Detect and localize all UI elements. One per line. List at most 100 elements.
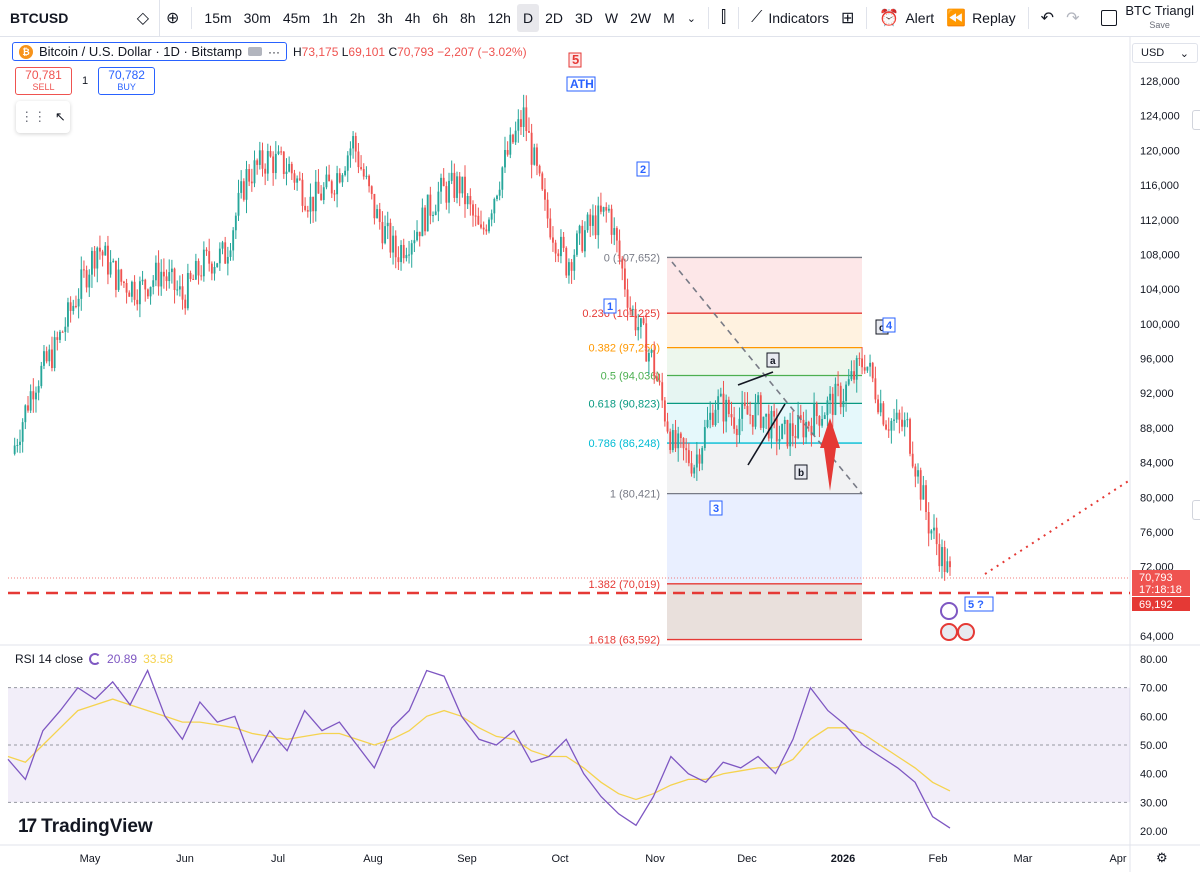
candle-body[interactable]	[730, 414, 733, 418]
candle-body[interactable]	[845, 384, 848, 402]
candle-body[interactable]	[304, 205, 307, 211]
candle-body[interactable]	[186, 272, 189, 309]
candle-body[interactable]	[722, 393, 725, 422]
candle-body[interactable]	[639, 318, 642, 327]
candle-body[interactable]	[168, 272, 171, 282]
sell-button[interactable]: 70,781 SELL	[15, 67, 72, 95]
candle-body[interactable]	[890, 420, 893, 431]
candle-body[interactable]	[767, 413, 770, 439]
candle-body[interactable]	[138, 281, 141, 305]
candle-body[interactable]	[658, 380, 661, 383]
interval-button-2h[interactable]: 2h	[344, 4, 372, 32]
replay-button[interactable]: ⏪ Replay	[940, 4, 1022, 32]
candle-body[interactable]	[903, 420, 906, 427]
candle-body[interactable]	[296, 178, 299, 183]
candle-body[interactable]	[320, 193, 323, 201]
undo-button[interactable]: ↶	[1035, 4, 1060, 32]
candle-body[interactable]	[583, 230, 586, 252]
layout-square-icon[interactable]	[1101, 10, 1118, 26]
candle-body[interactable]	[96, 247, 99, 269]
candle-body[interactable]	[821, 418, 824, 426]
candle-body[interactable]	[626, 289, 629, 308]
candle-body[interactable]	[613, 228, 616, 235]
candle-body[interactable]	[405, 254, 408, 259]
candle-body[interactable]	[146, 289, 149, 297]
candle-body[interactable]	[130, 281, 133, 297]
candle-body[interactable]	[578, 225, 581, 234]
candle-body[interactable]	[602, 207, 605, 212]
candle-body[interactable]	[365, 175, 368, 177]
candle-body[interactable]	[802, 419, 805, 438]
candle-body[interactable]	[269, 151, 272, 157]
interval-button-2w[interactable]: 2W	[624, 4, 657, 32]
right-panel-handle[interactable]	[1192, 110, 1200, 130]
trade-quantity[interactable]: 1	[82, 75, 88, 87]
candle-body[interactable]	[328, 174, 331, 182]
candle-body[interactable]	[631, 308, 634, 310]
candle-body[interactable]	[522, 107, 525, 127]
candle-body[interactable]	[528, 131, 530, 133]
candle-body[interactable]	[173, 268, 176, 291]
interval-button-3d[interactable]: 3D	[569, 4, 599, 32]
candle-body[interactable]	[741, 402, 744, 419]
candle-body[interactable]	[789, 423, 792, 447]
candle-body[interactable]	[581, 225, 584, 252]
candle-body[interactable]	[154, 262, 157, 281]
candle-body[interactable]	[501, 167, 504, 190]
candle-body[interactable]	[938, 544, 941, 567]
candle-body[interactable]	[448, 180, 450, 203]
candle-body[interactable]	[362, 169, 365, 177]
candle-body[interactable]	[674, 430, 677, 449]
candle-body[interactable]	[205, 249, 208, 252]
candle-body[interactable]	[839, 385, 842, 408]
candle-body[interactable]	[35, 392, 37, 400]
candle-body[interactable]	[642, 318, 645, 324]
candle-body[interactable]	[264, 168, 267, 174]
candle-body[interactable]	[709, 412, 712, 420]
candle-body[interactable]	[917, 470, 919, 477]
projection-dotted-line[interactable]	[984, 479, 1131, 575]
candle-body[interactable]	[165, 276, 168, 282]
candle-body[interactable]	[783, 419, 786, 424]
candle-body[interactable]	[858, 358, 861, 360]
candle-body[interactable]	[432, 214, 434, 216]
candle-body[interactable]	[93, 250, 96, 269]
event-marker-icon[interactable]	[940, 602, 958, 620]
candle-body[interactable]	[743, 402, 746, 406]
candle-body[interactable]	[13, 445, 16, 454]
candle-body[interactable]	[525, 107, 528, 132]
candle-body[interactable]	[280, 151, 283, 153]
candle-body[interactable]	[128, 292, 131, 297]
candle-body[interactable]	[354, 136, 357, 152]
candle-body[interactable]	[895, 412, 898, 420]
candle-body[interactable]	[80, 269, 83, 299]
candle-body[interactable]	[717, 396, 720, 410]
candle-body[interactable]	[735, 428, 738, 436]
candle-body[interactable]	[357, 151, 360, 168]
candle-body[interactable]	[698, 454, 701, 464]
buy-button[interactable]: 70,782 BUY	[98, 67, 156, 95]
interval-button-4h[interactable]: 4h	[399, 4, 427, 32]
candle-body[interactable]	[711, 412, 714, 426]
candle-body[interactable]	[59, 331, 61, 340]
candle-body[interactable]	[807, 421, 810, 426]
candle-body[interactable]	[879, 403, 882, 413]
candle-body[interactable]	[445, 186, 448, 203]
candle-body[interactable]	[210, 263, 213, 274]
candle-body[interactable]	[144, 279, 147, 290]
candle-body[interactable]	[935, 527, 938, 545]
candle-body[interactable]	[133, 281, 136, 300]
candle-body[interactable]	[458, 176, 461, 194]
candle-body[interactable]	[418, 231, 421, 237]
candle-body[interactable]	[338, 173, 341, 183]
candle-body[interactable]	[615, 228, 618, 241]
candle-body[interactable]	[773, 411, 776, 417]
candle-body[interactable]	[552, 237, 554, 243]
candle-body[interactable]	[591, 215, 594, 226]
candle-body[interactable]	[370, 186, 373, 194]
candle-body[interactable]	[152, 280, 155, 287]
candle-body[interactable]	[373, 193, 376, 219]
candle-body[interactable]	[488, 219, 490, 232]
candle-body[interactable]	[701, 448, 704, 464]
candle-body[interactable]	[29, 391, 32, 411]
